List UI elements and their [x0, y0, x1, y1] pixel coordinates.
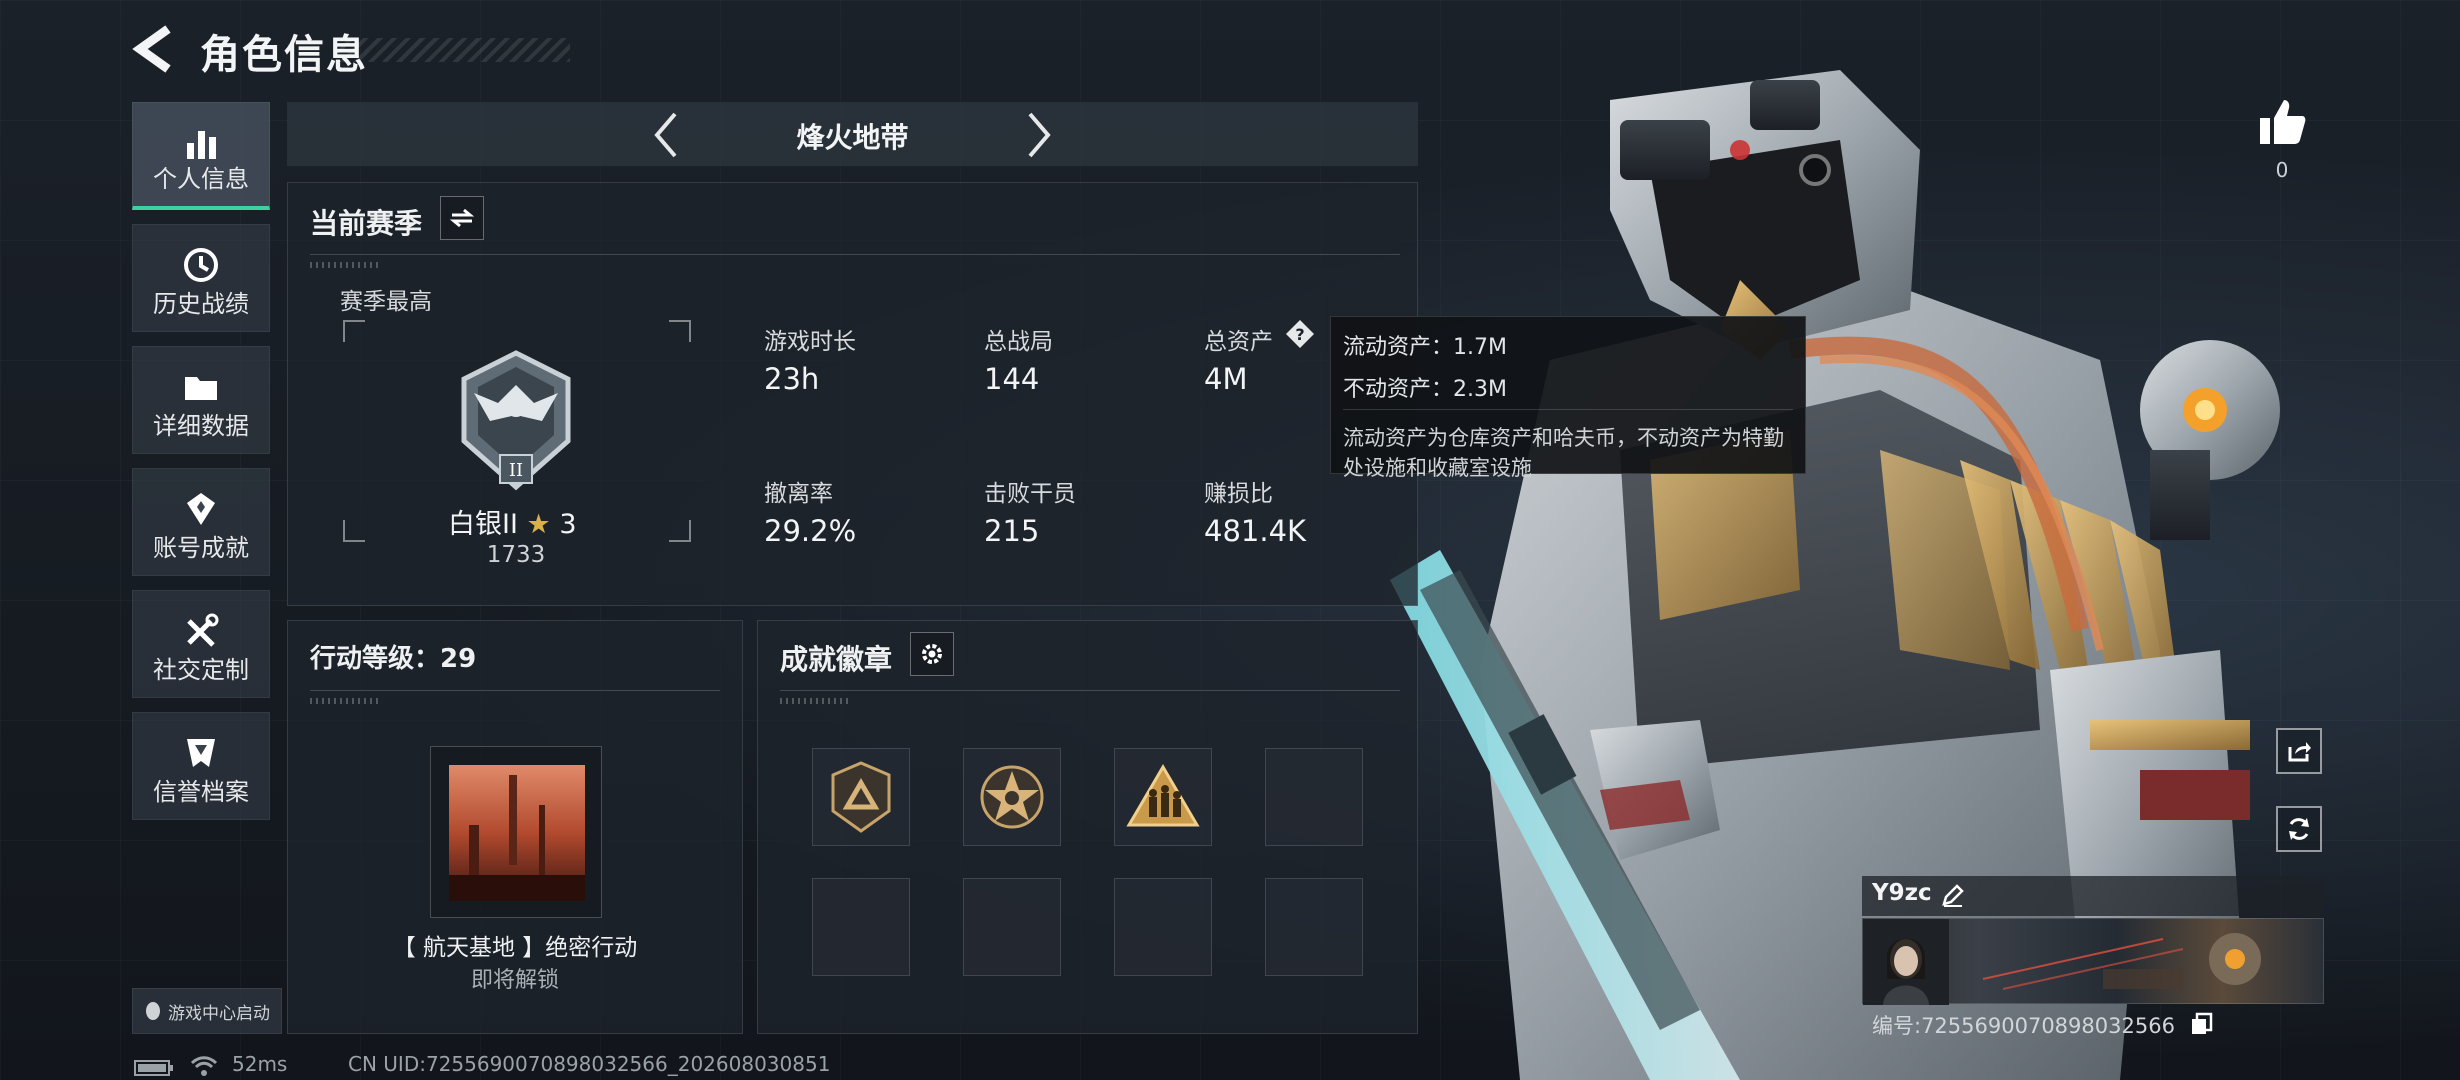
profile-banner-image [1863, 919, 2261, 1005]
stat-value: 4M [1204, 362, 1248, 396]
stat-label: 游戏时长 [764, 329, 856, 355]
rank-stars: 3 [559, 509, 577, 540]
game-center-button[interactable]: 游戏中心启动 [132, 988, 282, 1034]
divider [310, 690, 720, 691]
stat-label: 击败干员 [984, 481, 1076, 507]
rank-score: 1733 [486, 542, 546, 568]
nav-item-social-custom[interactable]: 社交定制 [132, 590, 270, 698]
season-switch-button[interactable] [440, 196, 484, 240]
nav-item-match-history[interactable]: 历史战绩 [132, 224, 270, 332]
back-arrow-icon[interactable] [130, 24, 178, 74]
folder-icon [185, 377, 217, 400]
nav-label: 个人信息 [153, 165, 249, 193]
action-level-title: 行动等级：29 [310, 644, 477, 674]
stat-label: 总战局 [984, 329, 1053, 355]
refresh-button[interactable] [2276, 806, 2322, 852]
tooltip-divider [1343, 409, 1793, 410]
title-decoration [335, 38, 570, 62]
tooltip-note: 流动资产为仓库资产和哈夫币，不动资产为特勤处设施和收藏室设施 [1343, 426, 1784, 480]
edit-pencil-icon[interactable] [1940, 882, 1966, 908]
divider [780, 690, 1400, 691]
nav-label: 社交定制 [153, 656, 249, 684]
profile-id: 编号:7255690070898032566 [1872, 1014, 2175, 1038]
history-clock-icon [184, 248, 218, 282]
badges-settings-button[interactable] [910, 632, 954, 676]
battery-icon [134, 1060, 173, 1076]
nav-label: 历史战绩 [153, 290, 249, 318]
nav-label: 账号成就 [153, 534, 249, 562]
uid-readout: CN UID:7255690070898032566_202608030851 [348, 1052, 831, 1076]
like-count: 0 [2275, 158, 2289, 182]
stat-label: 总资产 [1204, 329, 1273, 355]
badge-slot-empty[interactable] [1114, 878, 1212, 976]
like-button[interactable] [2256, 96, 2308, 148]
nav-item-credit-record[interactable]: 信誉档案 [132, 712, 270, 820]
wifi-icon [190, 1056, 218, 1076]
stat-label: 赚损比 [1204, 481, 1273, 507]
nav-label: 详细数据 [153, 412, 249, 440]
share-button[interactable] [2276, 728, 2322, 774]
mission-thumbnail-image [449, 765, 585, 901]
stat-label: 撤离率 [764, 481, 833, 507]
share-icon [2288, 742, 2311, 762]
credit-shield-icon [187, 739, 215, 767]
stat-value: 481.4K [1204, 514, 1307, 548]
mission-status: 即将解锁 [470, 968, 559, 993]
soldiers-triangle-badge-icon [1126, 764, 1200, 827]
star-skull-badge-icon [980, 765, 1044, 829]
nav-label: 信誉档案 [153, 778, 249, 806]
nav-item-detailed-data[interactable]: 详细数据 [132, 346, 270, 454]
mission-frame[interactable] [430, 746, 602, 918]
penguin-icon [146, 1002, 160, 1020]
help-icon[interactable]: ? [1284, 318, 1316, 350]
badge-slot-empty[interactable] [1265, 748, 1363, 846]
divider [310, 254, 1400, 255]
triangle-shield-badge-icon [831, 761, 891, 833]
copy-icon[interactable] [2190, 1012, 2214, 1036]
bar-chart-icon [187, 131, 216, 159]
stat-value: 23h [764, 362, 820, 396]
profile-banner[interactable] [1862, 918, 2324, 1005]
badge-slot-empty[interactable] [1265, 878, 1363, 976]
divider-ticks [310, 698, 380, 704]
badge-slot-soldiers-triangle[interactable] [1114, 748, 1212, 846]
gold-star-icon: ★ [526, 509, 551, 540]
refresh-icon [2289, 818, 2309, 840]
tooltip-fixed-assets: 不动资产：2.3M [1343, 377, 1507, 402]
stat-value: 215 [984, 514, 1040, 548]
tooltip-liquid-assets: 流动资产：1.7M [1343, 335, 1507, 360]
badge-slot-triangle-shield[interactable] [812, 748, 910, 846]
rank-numeral: II [509, 460, 523, 481]
nav-item-account-achievements[interactable]: 账号成就 [132, 468, 270, 576]
mode-selector: 烽火地带 [287, 102, 1418, 166]
badge-slot-empty[interactable] [812, 878, 910, 976]
divider-ticks [780, 698, 850, 704]
badges-title: 成就徽章 [780, 643, 893, 676]
profile-name: Y9zc [1872, 880, 1932, 906]
divider-ticks [310, 262, 380, 268]
tools-icon [187, 613, 219, 647]
game-center-label: 游戏中心启动 [168, 1003, 270, 1024]
gear-icon [922, 644, 942, 664]
nav-item-personal-info[interactable]: 个人信息 [132, 102, 270, 210]
swap-arrows-icon [449, 208, 475, 228]
mode-title: 烽火地带 [796, 121, 909, 154]
rank-name-row: 白银II ★ 3 [448, 502, 588, 541]
svg-text:?: ? [1295, 325, 1304, 344]
ping-readout: 52ms [232, 1052, 288, 1076]
rank-badge-icon: II [461, 350, 571, 491]
next-mode-arrow-icon[interactable] [1022, 110, 1056, 160]
stat-value: 29.2% [764, 514, 857, 548]
stat-value: 144 [984, 362, 1040, 396]
badge-slot-star-skull[interactable] [963, 748, 1061, 846]
thumbs-up-icon [2260, 100, 2306, 144]
mission-name: 【 航天基地 】绝密行动 [392, 935, 638, 961]
assets-tooltip: 流动资产：1.7M 不动资产：2.3M 流动资产为仓库资产和哈夫币，不动资产为特… [1330, 316, 1806, 480]
rank-name: 白银II [448, 509, 518, 540]
badge-slot-empty[interactable] [963, 878, 1061, 976]
season-title: 当前赛季 [310, 207, 423, 240]
achievement-medal-icon [187, 493, 215, 525]
season-best-label: 赛季最高 [340, 289, 432, 315]
